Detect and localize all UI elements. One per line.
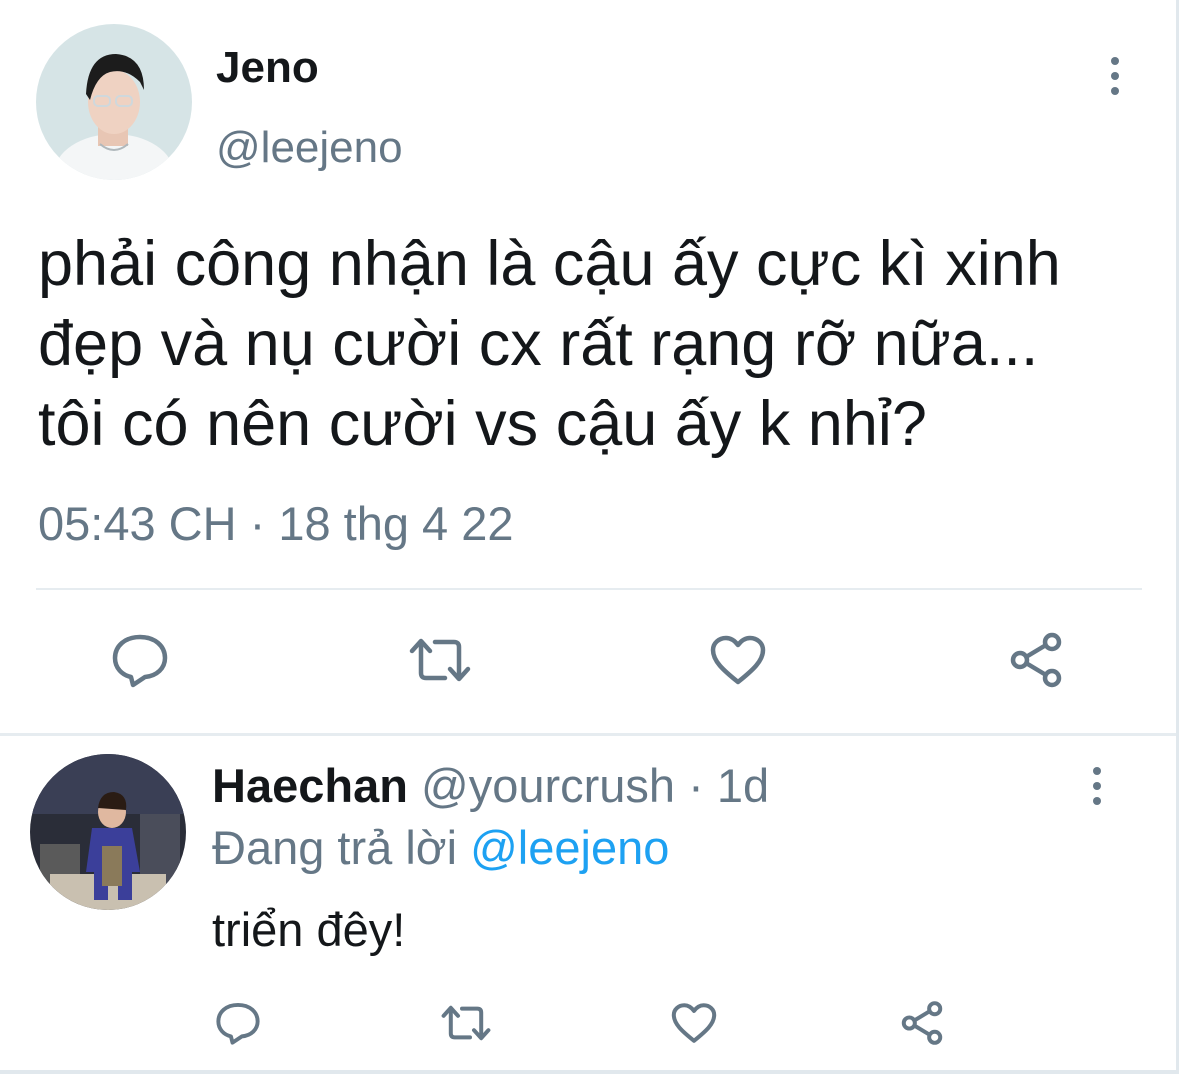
section-divider [0, 733, 1179, 736]
tweet-text-line: tôi có nên cười vs cậu ấy k nhỉ? [38, 389, 927, 459]
more-options-icon[interactable] [1082, 756, 1112, 816]
reply-time[interactable]: · 1d [688, 759, 769, 812]
share-button[interactable] [996, 624, 1076, 696]
retweet-button[interactable] [400, 624, 480, 696]
like-icon [710, 635, 766, 685]
like-icon [671, 1003, 717, 1043]
share-icon [1010, 632, 1062, 688]
author-name[interactable]: Haechan [212, 759, 408, 812]
share-icon [901, 1001, 943, 1045]
tweet-text-line: đẹp và nụ cười cx rất rạng rỡ nữa... [38, 309, 1039, 379]
like-button[interactable] [698, 624, 778, 696]
replying-to-label: Đang trả lời [212, 821, 458, 874]
reply-button[interactable] [100, 624, 180, 696]
replying-to: Đang trả lời @leejeno [212, 818, 669, 878]
reply-text: triển đêy! [212, 903, 406, 956]
replying-to-link[interactable]: @leejeno [470, 821, 669, 874]
tweet-text-line: phải công nhận là cậu ấy cực kì xinh [38, 229, 1061, 299]
tweet-text: phải công nhận là cậu ấy cực kì xinh đẹp… [38, 224, 1061, 464]
reply-header: Haechan @yourcrush · 1d [212, 756, 769, 816]
retweet-icon [409, 638, 471, 682]
like-button[interactable] [662, 994, 726, 1052]
divider [36, 588, 1142, 590]
reply-icon [112, 634, 168, 688]
retweet-icon [441, 1005, 491, 1041]
more-options-icon[interactable] [1100, 46, 1130, 106]
author-name[interactable]: Jeno [216, 40, 319, 96]
reply-button[interactable] [206, 994, 270, 1052]
author-handle[interactable]: @leejeno [216, 120, 403, 176]
retweet-button[interactable] [434, 994, 498, 1052]
tweet-timestamp[interactable]: 05:43 CH · 18 thg 4 22 [38, 494, 514, 554]
share-button[interactable] [890, 994, 954, 1052]
reply-icon [216, 1002, 260, 1045]
author-handle[interactable]: @yourcrush [421, 759, 675, 812]
avatar[interactable] [36, 24, 192, 180]
avatar[interactable] [30, 754, 186, 910]
frame-edge [0, 1070, 1179, 1074]
